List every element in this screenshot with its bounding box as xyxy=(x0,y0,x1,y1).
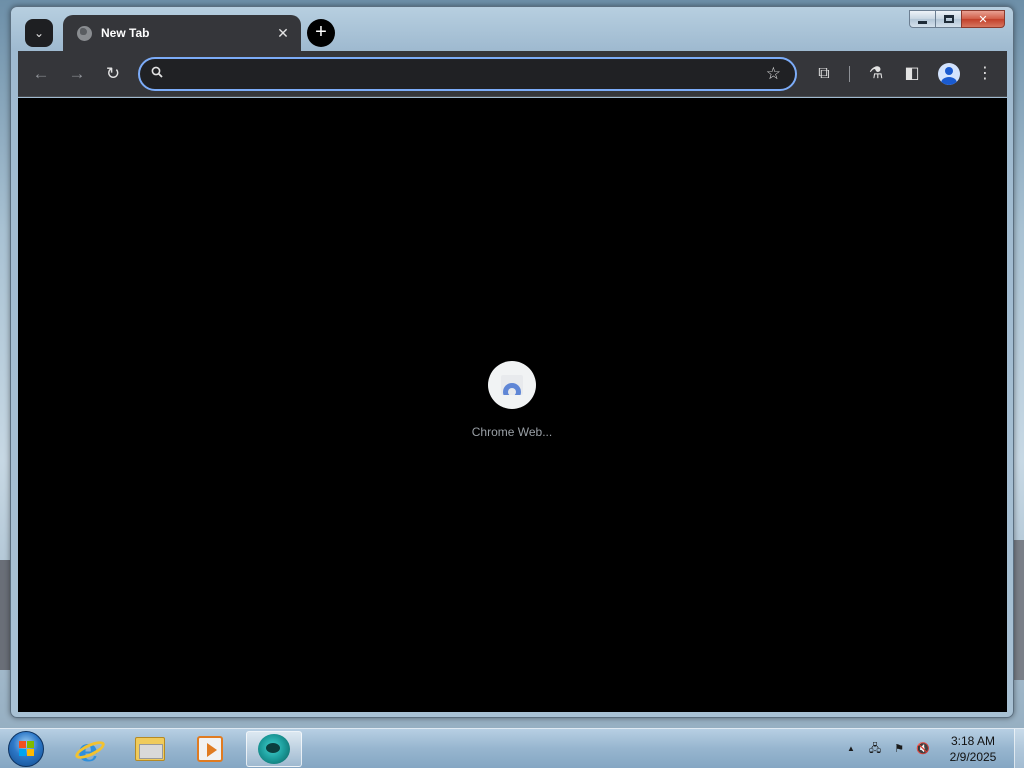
browser-window: ✕ ⌄ New Tab ✕ + ← → ↻ ☆ ⧉ ⚗ ◧ ⋮ Chrome W… xyxy=(10,6,1014,718)
address-bar[interactable]: ☆ xyxy=(138,57,797,91)
tab-strip: ⌄ New Tab ✕ + xyxy=(18,15,1007,51)
shortcut-icon-circle xyxy=(488,361,536,409)
clock-date: 2/9/2025 xyxy=(949,750,997,764)
network-tray-icon[interactable]: 🖧 xyxy=(867,741,883,757)
chrome-app-icon xyxy=(258,734,290,764)
ie-icon: e xyxy=(72,731,108,768)
flask-icon: ⚗ xyxy=(868,65,884,82)
taskbar-app-chrome[interactable] xyxy=(246,731,302,767)
chrome-labs-button[interactable]: ⚗ xyxy=(864,62,888,86)
side-panel-button[interactable]: ◧ xyxy=(900,62,924,86)
shortcut-tile[interactable]: Chrome Web... xyxy=(469,361,555,439)
address-input[interactable] xyxy=(174,63,754,85)
windows-logo-icon xyxy=(19,741,35,757)
side-panel-icon: ◧ xyxy=(904,65,920,82)
toolbar-separator xyxy=(849,66,850,82)
desktop-background-right xyxy=(1014,540,1024,680)
start-button[interactable] xyxy=(8,731,44,767)
chrome-menu-button[interactable]: ⋮ xyxy=(973,62,997,86)
new-tab-page: Chrome Web... xyxy=(18,98,1007,712)
new-tab-button[interactable]: + xyxy=(307,19,335,47)
tab-title: New Tab xyxy=(101,26,150,40)
plus-icon: + xyxy=(315,21,327,43)
volume-tray-icon[interactable]: 🔇 xyxy=(915,741,931,757)
volume-muted-icon: 🔇 xyxy=(916,743,930,755)
tab-new-tab[interactable]: New Tab ✕ xyxy=(63,15,301,51)
taskbar-app-file-explorer[interactable] xyxy=(122,731,178,767)
arrow-right-icon: → xyxy=(68,64,86,83)
kebab-menu-icon: ⋮ xyxy=(977,65,993,82)
reload-icon: ↻ xyxy=(105,64,121,83)
chevron-up-icon: ▲ xyxy=(847,744,855,753)
action-center-tray-icon[interactable]: ⚑ xyxy=(891,741,907,757)
taskbar-app-internet-explorer[interactable]: e xyxy=(62,731,118,768)
shortcut-label: Chrome Web... xyxy=(471,425,553,439)
taskbar: e ▲ 🖧 ⚑ 🔇 3:18 AM 2/9/2025 xyxy=(0,728,1024,768)
folder-icon xyxy=(135,737,165,761)
network-icon: 🖧 xyxy=(868,743,882,755)
taskbar-app-media-player[interactable] xyxy=(182,731,238,767)
chevron-down-icon: ⌄ xyxy=(33,26,45,40)
show-desktop-button[interactable] xyxy=(1014,729,1024,768)
back-button[interactable]: ← xyxy=(30,63,52,85)
chrome-browser: ⌄ New Tab ✕ + ← → ↻ ☆ ⧉ ⚗ ◧ ⋮ Chrome Web… xyxy=(18,15,1007,712)
show-hidden-icons-button[interactable]: ▲ xyxy=(843,741,859,757)
puzzle-icon: ⧉ xyxy=(818,65,830,82)
clock-time: 3:18 AM xyxy=(950,734,996,748)
arrow-left-icon: ← xyxy=(32,64,50,83)
globe-icon xyxy=(77,25,92,41)
extensions-button[interactable]: ⧉ xyxy=(812,62,836,86)
media-player-icon xyxy=(197,736,223,762)
bookmark-star-icon[interactable]: ☆ xyxy=(766,64,781,84)
web-store-icon xyxy=(501,375,523,395)
profile-avatar-button[interactable] xyxy=(938,63,960,85)
tab-close-button[interactable]: ✕ xyxy=(273,25,293,42)
tab-search-button[interactable]: ⌄ xyxy=(25,19,53,47)
taskbar-clock[interactable]: 3:18 AM 2/9/2025 xyxy=(936,733,1010,765)
flag-icon: ⚑ xyxy=(894,743,904,755)
forward-button[interactable]: → xyxy=(66,63,88,85)
toolbar: ← → ↻ ☆ ⧉ ⚗ ◧ ⋮ xyxy=(18,51,1007,97)
search-icon xyxy=(151,66,163,78)
reload-button[interactable]: ↻ xyxy=(102,63,124,85)
